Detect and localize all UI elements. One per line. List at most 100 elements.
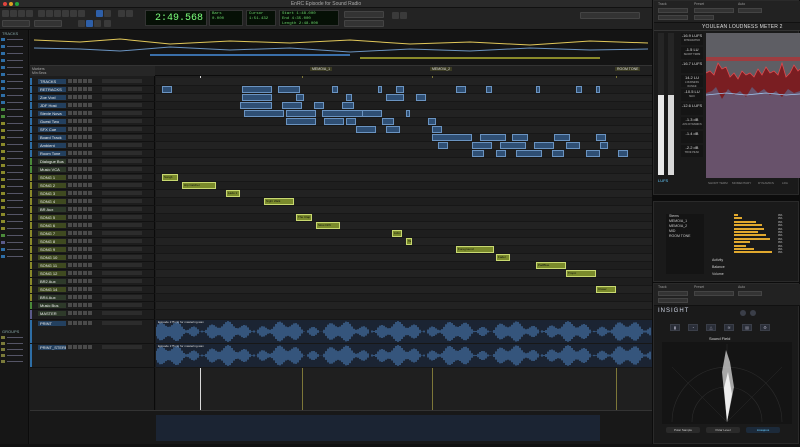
track-lane[interactable]: [156, 254, 652, 262]
mute-button[interactable]: [83, 127, 87, 131]
record-enable-button[interactable]: [68, 119, 72, 123]
solo-button[interactable]: [78, 271, 82, 275]
grid-selector[interactable]: [2, 20, 30, 27]
track-name[interactable]: Guest Two: [38, 119, 66, 124]
track-io-selector[interactable]: [102, 223, 142, 227]
mute-button[interactable]: [83, 255, 87, 259]
track-lane[interactable]: [156, 150, 652, 158]
track-name[interactable]: SONG 6: [38, 223, 66, 228]
audio-clip[interactable]: [286, 118, 316, 125]
track-header[interactable]: Guest Two: [30, 118, 155, 126]
track-header[interactable]: SONG 2: [30, 182, 155, 190]
track-list-item[interactable]: [1, 45, 27, 48]
music-clip[interactable]: Fader: [496, 254, 510, 261]
track-header[interactable]: TRACKS: [30, 78, 155, 86]
edit-timeline[interactable]: Song1 Hip Catcher Lado 1 Night Walk The Clap…: [156, 76, 652, 410]
input-monitor-button[interactable]: [73, 135, 77, 139]
record-enable-button[interactable]: [68, 303, 72, 307]
track-list-item[interactable]: [1, 185, 27, 188]
solo-button[interactable]: [78, 87, 82, 91]
view-selector[interactable]: [88, 287, 92, 291]
track-list-item[interactable]: [1, 220, 27, 223]
track-header[interactable]: SONG 14: [30, 286, 155, 294]
solo-button[interactable]: [78, 143, 82, 147]
track-io-selector[interactable]: [102, 183, 142, 187]
loop-button[interactable]: [104, 20, 111, 27]
record-enable-button[interactable]: [68, 287, 72, 291]
input-monitor-button[interactable]: [73, 345, 77, 349]
mute-button[interactable]: [83, 303, 87, 307]
record-enable-button[interactable]: [68, 231, 72, 235]
track-io-selector[interactable]: [102, 111, 142, 115]
mute-button[interactable]: [83, 175, 87, 179]
track-header[interactable]: Room Tone: [30, 150, 155, 158]
meters-icon[interactable]: ▮: [670, 324, 680, 331]
solo-button[interactable]: [78, 79, 82, 83]
audio-clip[interactable]: [286, 110, 316, 117]
input-monitor-button[interactable]: [73, 263, 77, 267]
view-selector[interactable]: [88, 143, 92, 147]
track-header[interactable]: SONG 1: [30, 174, 155, 182]
track-io-selector[interactable]: [102, 127, 142, 131]
solo-button[interactable]: [78, 287, 82, 291]
mute-button[interactable]: [83, 279, 87, 283]
track-io-selector[interactable]: [102, 167, 142, 171]
view-selector[interactable]: [88, 215, 92, 219]
solo-button[interactable]: [78, 223, 82, 227]
input-monitor-button[interactable]: [73, 311, 77, 315]
track-list-item[interactable]: [1, 38, 27, 41]
play-button[interactable]: [86, 20, 93, 27]
solo-button[interactable]: [78, 111, 82, 115]
audio-clip[interactable]: [432, 134, 472, 141]
track-lane[interactable]: [156, 294, 652, 302]
audio-clip[interactable]: [416, 94, 426, 101]
grabber-tool-icon[interactable]: [62, 10, 69, 17]
mute-button[interactable]: [83, 167, 87, 171]
record-enable-button[interactable]: [68, 255, 72, 259]
solo-button[interactable]: [78, 321, 82, 325]
track-lane[interactable]: [156, 198, 652, 206]
plugin-selector[interactable]: [658, 298, 688, 303]
input-monitor-button[interactable]: [73, 199, 77, 203]
music-clip[interactable]: Foreground: [456, 246, 494, 253]
view-selector[interactable]: [88, 183, 92, 187]
music-clip[interactable]: Closer: [596, 286, 616, 293]
record-enable-button[interactable]: [68, 175, 72, 179]
input-monitor-button[interactable]: [73, 223, 77, 227]
group-item[interactable]: [1, 354, 27, 357]
audio-clip[interactable]: [618, 150, 628, 157]
record-enable-button[interactable]: [68, 311, 72, 315]
track-io-selector[interactable]: [102, 159, 142, 163]
mute-button[interactable]: [83, 87, 87, 91]
record-button[interactable]: [78, 20, 85, 27]
mute-button[interactable]: [83, 295, 87, 299]
solo-button[interactable]: [78, 215, 82, 219]
audio-clip[interactable]: [516, 150, 542, 157]
track-header[interactable]: SONG 3: [30, 190, 155, 198]
mute-button[interactable]: [83, 119, 87, 123]
track-list-item[interactable]: [1, 178, 27, 181]
view-selector[interactable]: [88, 321, 92, 325]
view-selector[interactable]: [88, 199, 92, 203]
record-enable-button[interactable]: [68, 143, 72, 147]
view-selector[interactable]: [88, 223, 92, 227]
polar-sample-button[interactable]: Polar Sample: [666, 427, 700, 433]
music-clip[interactable]: Song1: [162, 174, 178, 181]
audio-clip[interactable]: [472, 142, 492, 149]
track-header[interactable]: SONG 9: [30, 246, 155, 254]
track-lane[interactable]: [156, 246, 652, 254]
mute-button[interactable]: [83, 191, 87, 195]
track-io-selector[interactable]: [102, 287, 142, 291]
track-lane[interactable]: [156, 238, 652, 246]
solo-button[interactable]: [78, 135, 82, 139]
track-name[interactable]: SONG 1: [38, 175, 66, 180]
view-selector[interactable]: [88, 295, 92, 299]
track-list-item[interactable]: [1, 248, 27, 251]
track-list-item[interactable]: [1, 87, 27, 90]
record-enable-button[interactable]: [68, 95, 72, 99]
audio-clip[interactable]: [242, 86, 272, 93]
solo-button[interactable]: [78, 159, 82, 163]
record-enable-button[interactable]: [68, 103, 72, 107]
track-header[interactable]: SONG 6: [30, 222, 155, 230]
music-clip[interactable]: Lado 1: [226, 190, 240, 197]
